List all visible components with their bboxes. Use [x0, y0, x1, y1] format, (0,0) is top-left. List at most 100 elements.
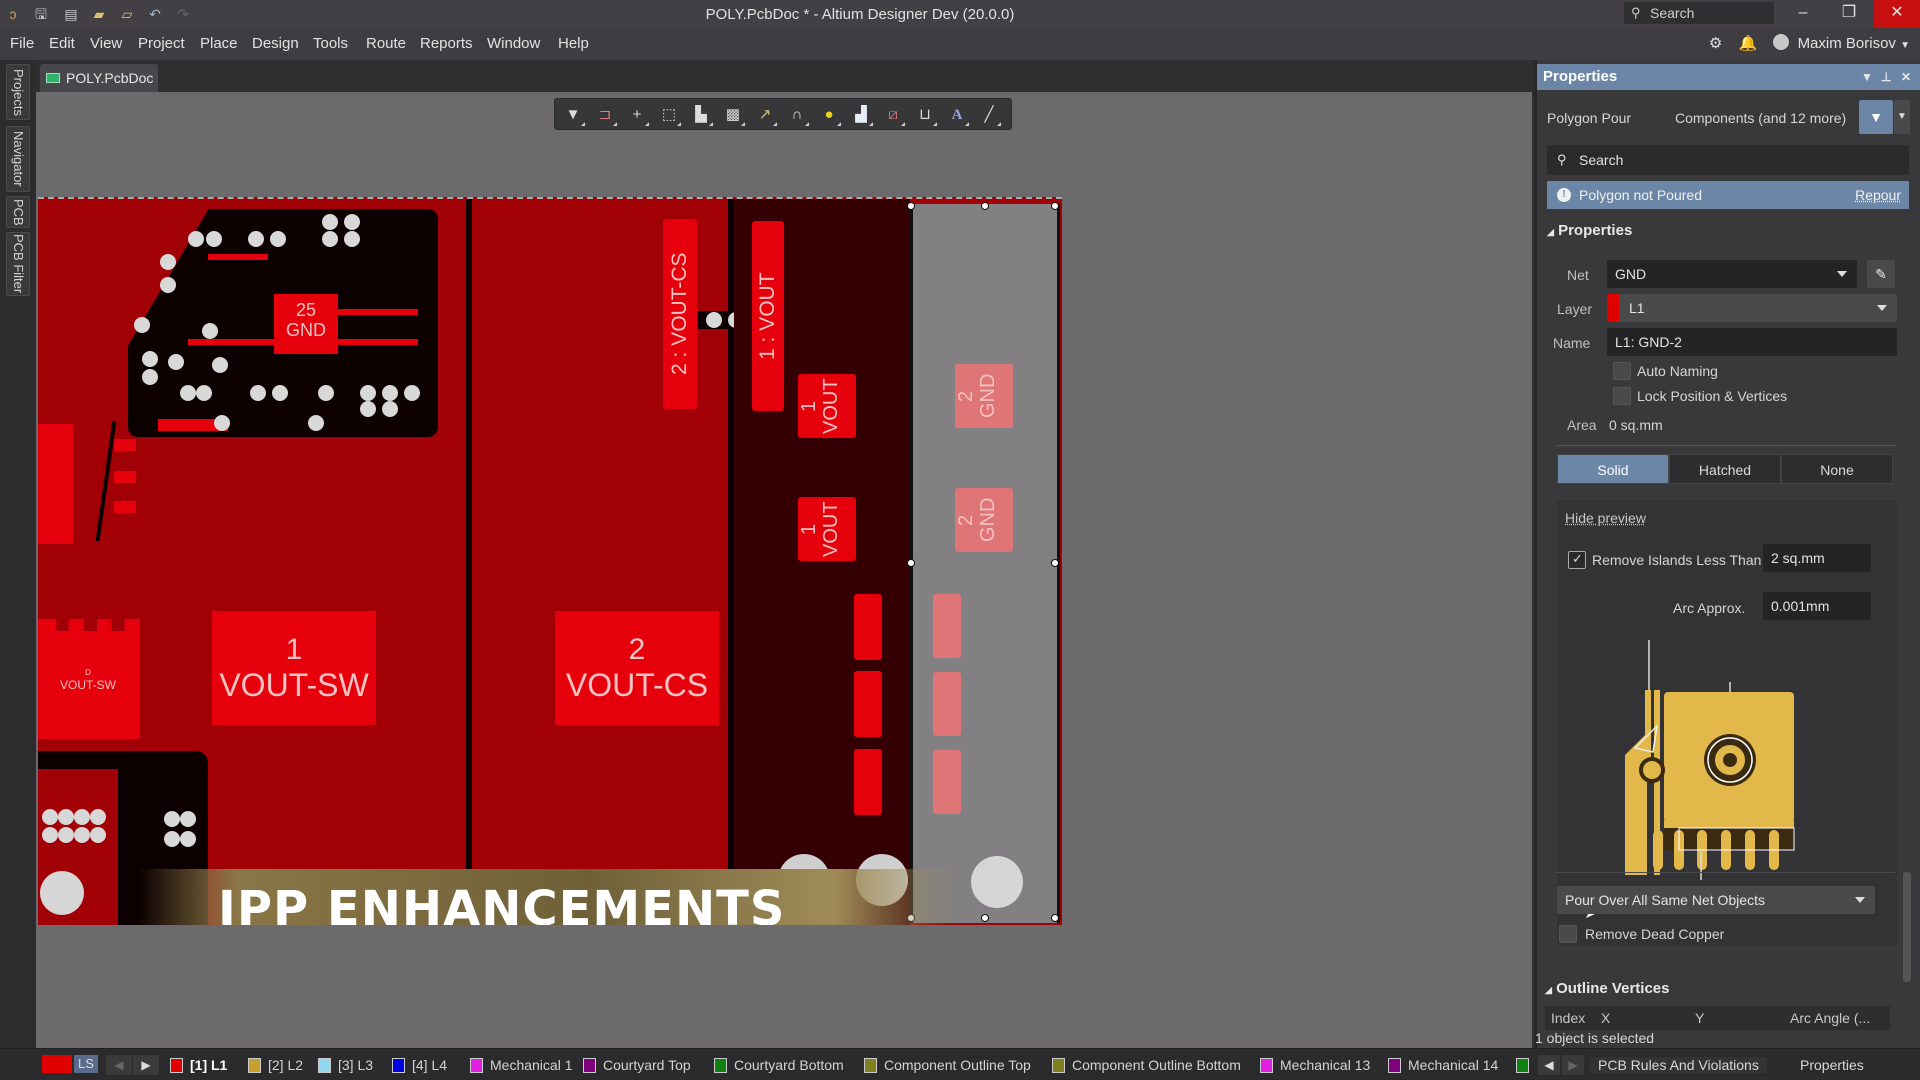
via[interactable]: [250, 385, 266, 401]
layer-select[interactable]: L1: [1607, 294, 1897, 322]
restore-button[interactable]: ❐: [1826, 0, 1872, 28]
via[interactable]: [188, 231, 204, 247]
via[interactable]: [214, 415, 230, 431]
minimize-button[interactable]: –: [1780, 0, 1826, 28]
via[interactable]: [344, 231, 360, 247]
select-area-icon[interactable]: ⬚: [657, 103, 681, 127]
selected-polygon-gnd[interactable]: 2 GND 2 GND: [907, 202, 1060, 923]
layer-tab[interactable]: Component Outline Bottom: [1052, 1057, 1241, 1073]
vertex-handle[interactable]: [1051, 559, 1059, 567]
via[interactable]: [706, 312, 722, 328]
via[interactable]: [134, 317, 150, 333]
document-tab-poly[interactable]: POLY.PcbDoc *: [40, 64, 158, 114]
menu-place[interactable]: Place: [200, 35, 238, 52]
layer-tab[interactable]: [2] L2: [248, 1057, 303, 1073]
layer-tab[interactable]: Courtyard Bottom: [714, 1057, 844, 1073]
component-icon[interactable]: ▩: [721, 103, 745, 127]
via[interactable]: [318, 385, 334, 401]
col-y[interactable]: Y: [1695, 1006, 1704, 1030]
polygon-icon[interactable]: ▟: [849, 103, 873, 127]
panel-tab-pcb-rules[interactable]: PCB Rules And Violations: [1590, 1057, 1767, 1073]
vertex-handle[interactable]: [1051, 202, 1059, 210]
layer-tab[interactable]: Courtyard Top: [583, 1057, 691, 1073]
panel-tab-properties[interactable]: Properties: [1800, 1057, 1864, 1073]
via[interactable]: [308, 415, 324, 431]
gear-icon[interactable]: ⚙: [1709, 35, 1722, 52]
small-pad[interactable]: [114, 501, 136, 513]
filter-icon[interactable]: ▼: [561, 103, 585, 127]
via[interactable]: [344, 214, 360, 230]
via[interactable]: [382, 385, 398, 401]
pin-icon[interactable]: ⊥: [1881, 64, 1891, 90]
small-pad[interactable]: [854, 749, 882, 815]
layer-tab[interactable]: Component Outline Top: [864, 1057, 1031, 1073]
filter-scope[interactable]: Components (and 12 more): [1675, 110, 1846, 126]
via[interactable]: [272, 385, 288, 401]
layer-next-button[interactable]: ▶: [133, 1055, 159, 1075]
vertex-handle[interactable]: [907, 202, 915, 210]
via[interactable]: [142, 351, 158, 367]
menu-view[interactable]: View: [90, 35, 122, 52]
via[interactable]: [180, 831, 196, 847]
via[interactable]: [180, 385, 196, 401]
layer-scroll-left[interactable]: ◀: [1538, 1055, 1560, 1075]
via[interactable]: [248, 231, 264, 247]
close-button[interactable]: ✕: [1874, 0, 1920, 28]
lock-position-checkbox[interactable]: [1613, 387, 1631, 405]
small-pad[interactable]: [854, 594, 882, 660]
via[interactable]: [90, 827, 106, 843]
text-icon[interactable]: A: [945, 103, 969, 127]
vertex-handle[interactable]: [907, 559, 915, 567]
diff-pair-icon[interactable]: ∩: [785, 103, 809, 127]
via[interactable]: [382, 401, 398, 417]
via[interactable]: [202, 323, 218, 339]
layer-tab[interactable]: [1] L1: [170, 1057, 227, 1073]
via[interactable]: [74, 827, 90, 843]
small-pad[interactable]: [854, 671, 882, 737]
layer-tab[interactable]: Mechanical 1: [470, 1057, 573, 1073]
mounting-hole[interactable]: [971, 856, 1023, 908]
menu-project[interactable]: Project: [138, 35, 185, 52]
hide-preview-link[interactable]: Hide preview: [1565, 510, 1646, 526]
gnd-pad[interactable]: [933, 594, 961, 658]
current-layer-swatch[interactable]: [42, 1055, 72, 1073]
avatar[interactable]: [1773, 34, 1790, 50]
auto-naming-checkbox[interactable]: [1613, 362, 1631, 380]
via[interactable]: [74, 809, 90, 825]
chevron-down-icon[interactable]: ▼: [1900, 40, 1910, 51]
name-input[interactable]: L1: GND-2: [1607, 328, 1897, 356]
dimension-icon[interactable]: ⧄: [881, 103, 905, 127]
via[interactable]: [206, 231, 222, 247]
mounting-hole[interactable]: [40, 871, 84, 915]
filter-dropdown-button[interactable]: ▼: [1894, 100, 1910, 134]
via[interactable]: [360, 385, 376, 401]
via[interactable]: [212, 357, 228, 373]
col-x[interactable]: X: [1601, 1006, 1610, 1030]
menu-edit[interactable]: Edit: [49, 35, 75, 52]
via[interactable]: [58, 827, 74, 843]
col-arc-angle[interactable]: Arc Angle (...: [1790, 1006, 1870, 1030]
via[interactable]: [196, 385, 212, 401]
route-icon[interactable]: ↗: [753, 103, 777, 127]
side-tab-navigator[interactable]: Navigator: [6, 126, 30, 192]
fill-mode-solid[interactable]: Solid: [1557, 454, 1669, 484]
net-picker-button[interactable]: ✎: [1867, 260, 1895, 288]
layer-scroll-right[interactable]: ▶: [1562, 1055, 1584, 1075]
via[interactable]: [180, 811, 196, 827]
menu-route[interactable]: Route: [366, 35, 406, 52]
small-pad[interactable]: [114, 439, 136, 451]
user-name[interactable]: Maxim Borisov: [1798, 35, 1896, 52]
via[interactable]: [42, 809, 58, 825]
gnd-pad[interactable]: [933, 750, 961, 814]
layer-tab[interactable]: Mechanical 13: [1260, 1057, 1370, 1073]
via[interactable]: [58, 809, 74, 825]
global-search-input[interactable]: ⚲ Search: [1624, 2, 1774, 24]
vertex-handle[interactable]: [1051, 914, 1059, 922]
menu-help[interactable]: Help: [558, 35, 589, 52]
layer-tab[interactable]: [3] L3: [318, 1057, 373, 1073]
layer-tab[interactable]: [4] L4: [392, 1057, 447, 1073]
repour-link[interactable]: Repour: [1855, 181, 1901, 209]
via[interactable]: [360, 401, 376, 417]
bell-icon[interactable]: 🔔: [1739, 35, 1758, 52]
string-grid-icon[interactable]: ⊔: [913, 103, 937, 127]
